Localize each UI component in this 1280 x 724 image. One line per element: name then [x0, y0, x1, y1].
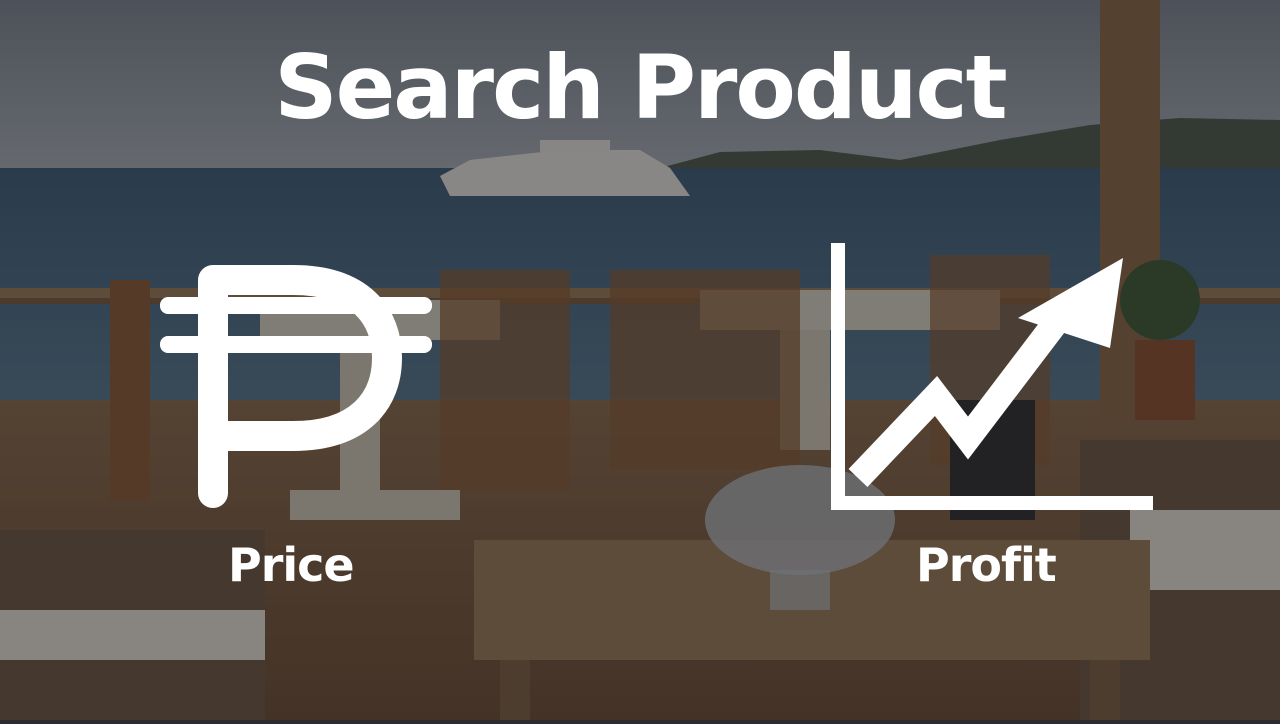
peso-sign-icon: [155, 248, 440, 517]
trending-up-chart-icon: [828, 238, 1163, 522]
slide-title: Search Product: [274, 36, 1008, 139]
price-label: Price: [228, 538, 355, 592]
profit-label: Profit: [916, 538, 1057, 592]
